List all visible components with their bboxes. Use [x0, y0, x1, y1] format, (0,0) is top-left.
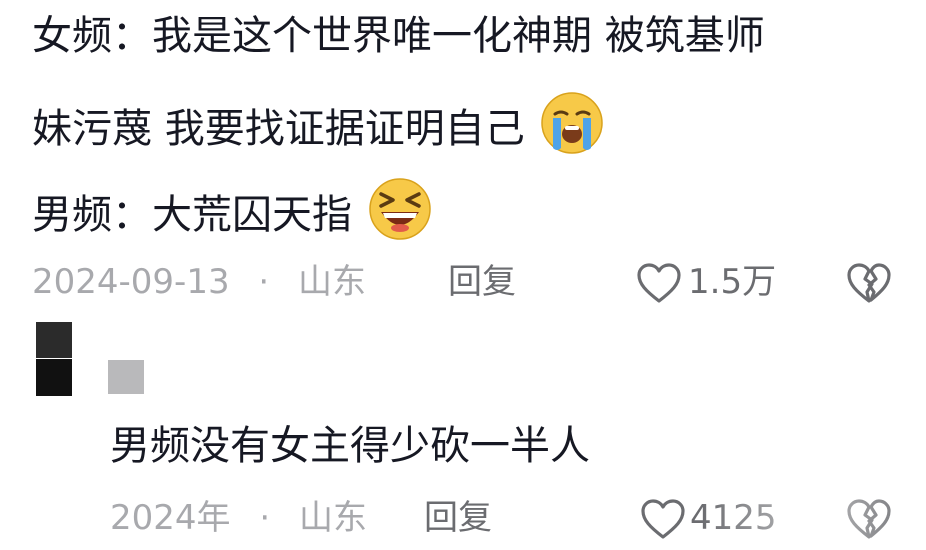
- username-placeholder[interactable]: [108, 360, 144, 394]
- like-count: 1.5万: [688, 262, 777, 302]
- reply-reply-button[interactable]: 回复: [424, 498, 492, 538]
- comment-line-1: 女频：我是这个世界唯一化神期 被筑基师: [32, 8, 765, 64]
- comment-location: 山东: [298, 262, 367, 302]
- reply-like-count: 4125: [690, 498, 777, 538]
- loudly-crying-face-icon: [541, 92, 604, 154]
- meta-separator: ·: [258, 262, 270, 302]
- comment-line-2-text: 妹污蔑 我要找证据证明自己: [32, 106, 525, 152]
- reply-heart-icon[interactable]: [640, 498, 686, 540]
- reply-meta: 2024年 · 山东: [110, 498, 367, 538]
- comment-date: 2024-09-13: [32, 262, 230, 302]
- reply-date: 2024年: [110, 498, 231, 538]
- comment-line-3: 男频：大荒囚天指: [32, 176, 433, 243]
- reply-dislike-broken-heart-icon[interactable]: [846, 498, 892, 540]
- reply-text: 男频没有女主得少砍一半人: [110, 423, 590, 469]
- reply-meta-separator: ·: [259, 498, 271, 538]
- heart-icon[interactable]: [636, 262, 682, 304]
- reply-location: 山东: [298, 498, 367, 538]
- dislike-broken-heart-icon[interactable]: [846, 262, 892, 304]
- comment-line-2: 妹污蔑 我要找证据证明自己: [32, 90, 605, 157]
- avatar[interactable]: [36, 322, 72, 396]
- avatar-block-bottom: [36, 359, 72, 396]
- reply-button[interactable]: 回复: [448, 262, 516, 302]
- grinning-squinting-face-icon: [368, 178, 431, 240]
- comment-line-1-text: 女频：我是这个世界唯一化神期 被筑基师: [32, 13, 765, 59]
- comment-meta: 2024-09-13 · 山东: [32, 262, 366, 302]
- comment-line-3-text: 男频：大荒囚天指: [32, 192, 352, 238]
- avatar-block-top: [36, 322, 72, 358]
